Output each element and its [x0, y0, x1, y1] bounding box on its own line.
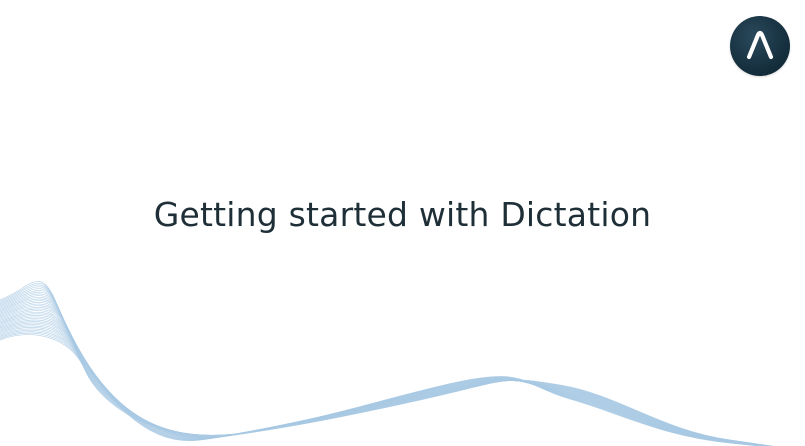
- wave-line: [0, 281, 805, 446]
- wave-line: [0, 332, 764, 446]
- wave-line: [0, 302, 771, 446]
- wave-line: [0, 313, 769, 446]
- wave-line: [0, 298, 771, 446]
- chevron-a-icon: [746, 30, 774, 60]
- wave-line: [0, 291, 772, 446]
- wave-line: [0, 282, 805, 446]
- wave-line: [0, 311, 769, 446]
- wave-line: [0, 284, 805, 446]
- wave-line: [0, 324, 766, 446]
- wave-line: [0, 305, 770, 446]
- wave-line: [0, 319, 767, 446]
- wave-line: [0, 303, 770, 446]
- title-slide: Getting started with Dictation: [0, 0, 805, 446]
- wave-line: [0, 297, 772, 446]
- wave-line: [0, 310, 769, 446]
- wave-line: [0, 300, 771, 446]
- wave-line: [0, 334, 763, 446]
- wave-line: [0, 328, 765, 446]
- slide-title: Getting started with Dictation: [153, 195, 652, 234]
- wave-line: [0, 330, 764, 446]
- wave-line: [0, 308, 770, 446]
- wave-line: [0, 293, 772, 446]
- wave-line: [0, 290, 773, 446]
- wave-line: [0, 288, 773, 446]
- wave-line: [0, 321, 767, 446]
- brand-logo: [730, 16, 790, 76]
- wave-line: [0, 322, 766, 446]
- wave-line: [0, 286, 773, 446]
- wave-line: [0, 325, 766, 446]
- wave-line: [0, 331, 764, 446]
- wave-line: [0, 318, 768, 446]
- wave-line: [0, 295, 772, 446]
- wave-line: [0, 307, 770, 446]
- wave-line: [0, 315, 768, 446]
- wave-line: [0, 316, 768, 446]
- wave-line: [0, 327, 765, 446]
